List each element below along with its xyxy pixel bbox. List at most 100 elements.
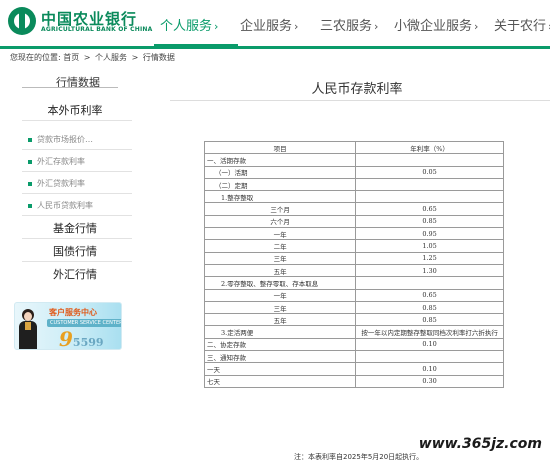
row-rate: 0.05 [355,165,504,179]
sidebar-item-fx-market[interactable]: 外汇行情 [0,266,150,282]
row-item: 三个月 [203,202,357,216]
table-row: 六个月 0.85 [203,214,504,229]
row-rate [355,153,504,167]
sidebar-item-fx-deposit-rates[interactable]: 外汇存款利率 [28,156,85,167]
title-rule [170,100,550,101]
breadcrumb-separator: > [83,53,91,62]
chevron-right-icon: › [294,20,299,33]
table-row: 三个月 0.65 [203,202,504,216]
table-row: 二、协定存款 0.10 [203,337,504,352]
row-rate: 0.95 [355,227,504,241]
chevron-right-icon: › [474,20,479,33]
row-item: 一年 [203,227,357,241]
site-header: 中国农业银行 AGRICULTURAL BANK OF CHINA 个人服务 › … [0,0,550,46]
sidebar-item-rmb-loan-rates[interactable]: 人民币贷款利率 [28,200,93,211]
row-rate: 0.10 [355,362,504,376]
row-rate: 1.25 [355,251,504,265]
row-item: 二年 [203,239,357,253]
row-rate: 0.65 [355,202,504,216]
row-rate: 0.10 [355,337,504,352]
nav-corporate-services[interactable]: 企业服务 › [240,15,298,34]
sidebar-divider [22,193,132,194]
table-row: 一年 0.65 [203,288,504,302]
breadcrumb: 您现在的位置: 首页 > 个人服务 > 行情数据 [10,52,175,63]
header-accent-strip [0,46,550,49]
table-row: 五年 0.85 [203,313,504,327]
nav-small-business-services[interactable]: 小微企业服务 › [394,15,478,34]
main-content: 人民币存款利率 项目 年利率（%） 一、活期存款 （一）活期 0.05 （二）定期… [164,66,550,464]
breadcrumb-market-data: 行情数据 [142,53,175,62]
row-rate: 0.85 [355,214,504,229]
sidebar-item-rates[interactable]: 本外币利率 [0,102,150,118]
banner-hotline: 95599 [59,327,104,350]
sidebar-divider [22,238,132,239]
page-title: 人民币存款利率 [311,82,403,97]
table-row: （二）定期 [203,177,504,192]
breadcrumb-home[interactable]: 首页 [63,53,79,62]
nav-label: 个人服务 [160,19,213,34]
table-row: 2.零存整取、整存零取、存本取息 [203,276,504,290]
service-agent-illustration [17,309,39,349]
hotline-big-digit: 9 [59,327,73,350]
row-item: 二、协定存款 [203,337,357,352]
nav-label: 三农服务 [320,19,373,34]
breadcrumb-personal-services[interactable]: 个人服务 [95,53,127,62]
row-item: 七天 [203,374,357,388]
table-row: 七天 0.30 [203,374,504,388]
row-rate [355,276,504,290]
row-item: 五年 [203,313,357,327]
row-item: 三年 [203,300,357,315]
sidebar-divider [22,171,132,172]
breadcrumb-separator: > [131,53,139,62]
nav-label: 企业服务 [240,19,293,34]
row-item: 五年 [203,263,357,278]
sidebar-divider [22,261,132,262]
row-rate: 0.65 [355,288,504,302]
nav-about-abc[interactable]: 关于农行› [494,15,550,34]
header-rate: 年利率（%） [355,140,504,155]
chevron-right-icon: › [374,20,379,33]
sidebar-item-lpr[interactable]: 贷款市场报价… [28,134,93,145]
row-rate: 0.85 [355,300,504,315]
sidebar-divider [22,149,132,150]
hotline-digits: 5599 [72,336,104,349]
table-header-row: 项目 年利率（%） [203,140,504,155]
table-row: 三、通知存款 [203,350,504,364]
table-row: 3.定活两便 按一年以内定期整存整取同档次利率打六折执行 [203,325,504,339]
table-row: 三年 0.85 [203,300,504,315]
site-watermark: www.365jz.com [418,436,542,452]
breadcrumb-prefix: 您现在的位置: [10,53,61,62]
row-item: （二）定期 [203,177,357,192]
table-row: 一天 0.10 [203,362,504,376]
row-rate [355,190,504,204]
table-row: 1.整存整取 [203,190,504,204]
deposit-rate-table: 项目 年利率（%） 一、活期存款 （一）活期 0.05 （二）定期 1.整存整取 … [203,140,504,388]
sidebar-item-bond-market[interactable]: 国债行情 [0,243,150,259]
row-item: 一、活期存款 [203,153,357,167]
logo-english-name: AGRICULTURAL BANK OF CHINA [41,26,153,33]
sidebar-item-fx-loan-rates[interactable]: 外汇贷款利率 [28,178,85,189]
row-item: 六个月 [203,214,357,229]
header-item: 项目 [203,140,357,155]
sidebar-title-rule [22,87,118,88]
customer-service-banner[interactable]: 客户服务中心 CUSTOMER SERVICE CENTER 95599 [14,302,122,350]
sidebar: 行情数据 本外币利率 贷款市场报价… 外汇存款利率 外汇贷款利率 人民币贷款利率… [0,66,150,464]
row-item: 一天 [203,362,357,376]
nav-label: 关于农行 [494,19,547,34]
row-rate: 1.05 [355,239,504,253]
nav-personal-services[interactable]: 个人服务 › [160,15,218,34]
table-row: 一年 0.95 [203,227,504,241]
table-row: 五年 1.30 [203,263,504,278]
sidebar-divider [22,120,132,121]
abc-logo[interactable]: 中国农业银行 AGRICULTURAL BANK OF CHINA [8,7,158,37]
row-item: 1.整存整取 [203,190,357,204]
nav-label: 小微企业服务 [394,19,473,34]
chevron-right-icon: › [214,20,219,33]
nav-agriculture-services[interactable]: 三农服务 › [320,15,378,34]
row-rate [355,350,504,364]
row-rate [355,177,504,192]
sidebar-divider [22,215,132,216]
table-row: 三年 1.25 [203,251,504,265]
row-item: 一年 [203,288,357,302]
sidebar-item-fund-market[interactable]: 基金行情 [0,220,150,236]
